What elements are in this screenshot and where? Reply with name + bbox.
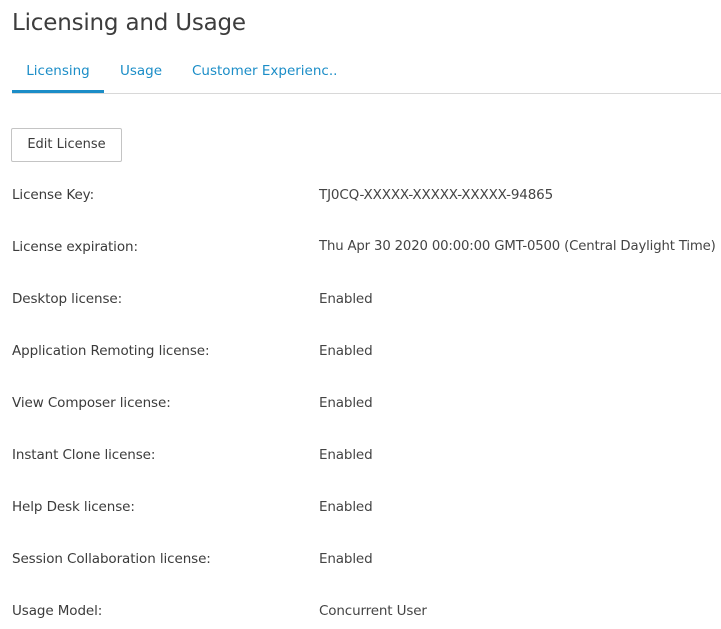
detail-row-session-collaboration-license: Session Collaboration license: Enabled	[12, 551, 721, 571]
tab-customer-experience[interactable]: Customer Experienc...	[192, 52, 338, 93]
licensing-usage-page: Licensing and Usage Licensing Usage Cust…	[0, 0, 721, 629]
desktop-license-label: Desktop license:	[12, 291, 123, 307]
detail-row-desktop-license: Desktop license: Enabled	[12, 291, 721, 311]
license-key-label: License Key:	[12, 187, 95, 203]
edit-license-button[interactable]: Edit License	[11, 128, 122, 162]
detail-row-usage-model: Usage Model: Concurrent User	[12, 603, 721, 623]
view-composer-license-label: View Composer license:	[12, 395, 171, 411]
page-title: Licensing and Usage	[12, 10, 246, 36]
session-collaboration-license-label: Session Collaboration license:	[12, 551, 211, 567]
usage-model-value: Concurrent User	[319, 603, 427, 619]
license-key-value: TJ0CQ-XXXXX-XXXXX-XXXXX-94865	[319, 187, 554, 203]
tab-bar: Licensing Usage Customer Experienc...	[12, 52, 721, 94]
tab-licensing[interactable]: Licensing	[12, 52, 104, 93]
view-composer-license-value: Enabled	[319, 395, 373, 411]
help-desk-license-label: Help Desk license:	[12, 499, 135, 515]
usage-model-label: Usage Model:	[12, 603, 103, 619]
license-expiration-label: License expiration:	[12, 239, 138, 255]
detail-row-view-composer-license: View Composer license: Enabled	[12, 395, 721, 415]
application-remoting-license-value: Enabled	[319, 343, 373, 359]
detail-row-instant-clone-license: Instant Clone license: Enabled	[12, 447, 721, 467]
detail-row-application-remoting-license: Application Remoting license: Enabled	[12, 343, 721, 363]
help-desk-license-value: Enabled	[319, 499, 373, 515]
detail-row-help-desk-license: Help Desk license: Enabled	[12, 499, 721, 519]
license-expiration-value: Thu Apr 30 2020 00:00:00 GMT-0500 (Centr…	[319, 239, 716, 254]
detail-row-license-key: License Key: TJ0CQ-XXXXX-XXXXX-XXXXX-948…	[12, 187, 721, 207]
instant-clone-license-value: Enabled	[319, 447, 373, 463]
application-remoting-license-label: Application Remoting license:	[12, 343, 210, 359]
session-collaboration-license-value: Enabled	[319, 551, 373, 567]
desktop-license-value: Enabled	[319, 291, 373, 307]
tab-usage[interactable]: Usage	[120, 52, 162, 93]
instant-clone-license-label: Instant Clone license:	[12, 447, 156, 463]
detail-row-license-expiration: License expiration: Thu Apr 30 2020 00:0…	[12, 239, 721, 259]
